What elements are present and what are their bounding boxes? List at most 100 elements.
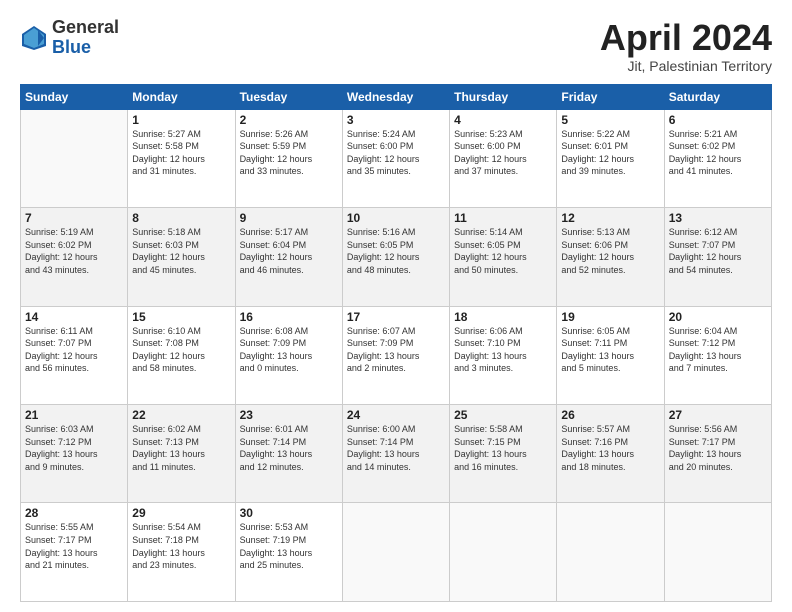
day-info: Sunrise: 6:06 AM Sunset: 7:10 PM Dayligh… (454, 325, 552, 375)
day-info: Sunrise: 5:14 AM Sunset: 6:05 PM Dayligh… (454, 226, 552, 276)
day-number: 27 (669, 408, 767, 422)
calendar-week-row: 21Sunrise: 6:03 AM Sunset: 7:12 PM Dayli… (21, 405, 772, 503)
table-row: 8Sunrise: 5:18 AM Sunset: 6:03 PM Daylig… (128, 208, 235, 306)
table-row: 11Sunrise: 5:14 AM Sunset: 6:05 PM Dayli… (450, 208, 557, 306)
day-info: Sunrise: 5:17 AM Sunset: 6:04 PM Dayligh… (240, 226, 338, 276)
col-wednesday: Wednesday (342, 84, 449, 109)
calendar-table: Sunday Monday Tuesday Wednesday Thursday… (20, 84, 772, 602)
logo: General Blue (20, 18, 119, 58)
table-row: 7Sunrise: 5:19 AM Sunset: 6:02 PM Daylig… (21, 208, 128, 306)
header: General Blue April 2024 Jit, Palestinian… (20, 18, 772, 74)
day-info: Sunrise: 6:11 AM Sunset: 7:07 PM Dayligh… (25, 325, 123, 375)
day-number: 24 (347, 408, 445, 422)
day-number: 15 (132, 310, 230, 324)
day-number: 8 (132, 211, 230, 225)
logo-general-text: General (52, 18, 119, 38)
col-tuesday: Tuesday (235, 84, 342, 109)
day-number: 20 (669, 310, 767, 324)
day-info: Sunrise: 5:23 AM Sunset: 6:00 PM Dayligh… (454, 128, 552, 178)
col-sunday: Sunday (21, 84, 128, 109)
calendar-week-row: 14Sunrise: 6:11 AM Sunset: 7:07 PM Dayli… (21, 306, 772, 404)
table-row (557, 503, 664, 602)
table-row: 19Sunrise: 6:05 AM Sunset: 7:11 PM Dayli… (557, 306, 664, 404)
col-thursday: Thursday (450, 84, 557, 109)
day-info: Sunrise: 5:26 AM Sunset: 5:59 PM Dayligh… (240, 128, 338, 178)
table-row: 26Sunrise: 5:57 AM Sunset: 7:16 PM Dayli… (557, 405, 664, 503)
day-number: 11 (454, 211, 552, 225)
table-row (664, 503, 771, 602)
table-row: 9Sunrise: 5:17 AM Sunset: 6:04 PM Daylig… (235, 208, 342, 306)
day-info: Sunrise: 5:24 AM Sunset: 6:00 PM Dayligh… (347, 128, 445, 178)
col-friday: Friday (557, 84, 664, 109)
day-number: 16 (240, 310, 338, 324)
day-number: 21 (25, 408, 123, 422)
day-number: 10 (347, 211, 445, 225)
day-number: 5 (561, 113, 659, 127)
table-row: 22Sunrise: 6:02 AM Sunset: 7:13 PM Dayli… (128, 405, 235, 503)
day-info: Sunrise: 5:55 AM Sunset: 7:17 PM Dayligh… (25, 521, 123, 571)
day-info: Sunrise: 6:03 AM Sunset: 7:12 PM Dayligh… (25, 423, 123, 473)
day-number: 25 (454, 408, 552, 422)
table-row: 14Sunrise: 6:11 AM Sunset: 7:07 PM Dayli… (21, 306, 128, 404)
day-number: 23 (240, 408, 338, 422)
month-title: April 2024 (600, 18, 772, 58)
day-number: 19 (561, 310, 659, 324)
table-row: 30Sunrise: 5:53 AM Sunset: 7:19 PM Dayli… (235, 503, 342, 602)
day-info: Sunrise: 5:13 AM Sunset: 6:06 PM Dayligh… (561, 226, 659, 276)
calendar-week-row: 7Sunrise: 5:19 AM Sunset: 6:02 PM Daylig… (21, 208, 772, 306)
table-row: 16Sunrise: 6:08 AM Sunset: 7:09 PM Dayli… (235, 306, 342, 404)
day-info: Sunrise: 6:08 AM Sunset: 7:09 PM Dayligh… (240, 325, 338, 375)
day-number: 30 (240, 506, 338, 520)
day-number: 1 (132, 113, 230, 127)
day-info: Sunrise: 5:53 AM Sunset: 7:19 PM Dayligh… (240, 521, 338, 571)
day-info: Sunrise: 5:56 AM Sunset: 7:17 PM Dayligh… (669, 423, 767, 473)
col-saturday: Saturday (664, 84, 771, 109)
day-number: 18 (454, 310, 552, 324)
location: Jit, Palestinian Territory (600, 58, 772, 74)
day-info: Sunrise: 5:21 AM Sunset: 6:02 PM Dayligh… (669, 128, 767, 178)
day-number: 9 (240, 211, 338, 225)
day-number: 6 (669, 113, 767, 127)
day-number: 13 (669, 211, 767, 225)
table-row: 1Sunrise: 5:27 AM Sunset: 5:58 PM Daylig… (128, 109, 235, 207)
day-number: 3 (347, 113, 445, 127)
table-row: 25Sunrise: 5:58 AM Sunset: 7:15 PM Dayli… (450, 405, 557, 503)
day-number: 26 (561, 408, 659, 422)
table-row: 3Sunrise: 5:24 AM Sunset: 6:00 PM Daylig… (342, 109, 449, 207)
day-info: Sunrise: 6:00 AM Sunset: 7:14 PM Dayligh… (347, 423, 445, 473)
day-info: Sunrise: 5:22 AM Sunset: 6:01 PM Dayligh… (561, 128, 659, 178)
col-monday: Monday (128, 84, 235, 109)
table-row: 2Sunrise: 5:26 AM Sunset: 5:59 PM Daylig… (235, 109, 342, 207)
day-info: Sunrise: 6:01 AM Sunset: 7:14 PM Dayligh… (240, 423, 338, 473)
table-row (450, 503, 557, 602)
day-info: Sunrise: 6:04 AM Sunset: 7:12 PM Dayligh… (669, 325, 767, 375)
calendar-week-row: 28Sunrise: 5:55 AM Sunset: 7:17 PM Dayli… (21, 503, 772, 602)
table-row: 20Sunrise: 6:04 AM Sunset: 7:12 PM Dayli… (664, 306, 771, 404)
table-row: 21Sunrise: 6:03 AM Sunset: 7:12 PM Dayli… (21, 405, 128, 503)
table-row: 24Sunrise: 6:00 AM Sunset: 7:14 PM Dayli… (342, 405, 449, 503)
day-info: Sunrise: 5:57 AM Sunset: 7:16 PM Dayligh… (561, 423, 659, 473)
day-number: 28 (25, 506, 123, 520)
day-number: 17 (347, 310, 445, 324)
table-row: 17Sunrise: 6:07 AM Sunset: 7:09 PM Dayli… (342, 306, 449, 404)
day-info: Sunrise: 5:16 AM Sunset: 6:05 PM Dayligh… (347, 226, 445, 276)
page: General Blue April 2024 Jit, Palestinian… (0, 0, 792, 612)
day-info: Sunrise: 5:27 AM Sunset: 5:58 PM Dayligh… (132, 128, 230, 178)
day-info: Sunrise: 5:19 AM Sunset: 6:02 PM Dayligh… (25, 226, 123, 276)
table-row (342, 503, 449, 602)
table-row: 4Sunrise: 5:23 AM Sunset: 6:00 PM Daylig… (450, 109, 557, 207)
day-info: Sunrise: 6:07 AM Sunset: 7:09 PM Dayligh… (347, 325, 445, 375)
logo-icon (20, 24, 48, 52)
table-row: 13Sunrise: 6:12 AM Sunset: 7:07 PM Dayli… (664, 208, 771, 306)
table-row: 23Sunrise: 6:01 AM Sunset: 7:14 PM Dayli… (235, 405, 342, 503)
logo-blue-text: Blue (52, 38, 119, 58)
table-row: 5Sunrise: 5:22 AM Sunset: 6:01 PM Daylig… (557, 109, 664, 207)
day-info: Sunrise: 6:10 AM Sunset: 7:08 PM Dayligh… (132, 325, 230, 375)
day-info: Sunrise: 6:05 AM Sunset: 7:11 PM Dayligh… (561, 325, 659, 375)
table-row: 27Sunrise: 5:56 AM Sunset: 7:17 PM Dayli… (664, 405, 771, 503)
day-number: 22 (132, 408, 230, 422)
table-row: 6Sunrise: 5:21 AM Sunset: 6:02 PM Daylig… (664, 109, 771, 207)
table-row: 29Sunrise: 5:54 AM Sunset: 7:18 PM Dayli… (128, 503, 235, 602)
table-row: 28Sunrise: 5:55 AM Sunset: 7:17 PM Dayli… (21, 503, 128, 602)
day-info: Sunrise: 6:02 AM Sunset: 7:13 PM Dayligh… (132, 423, 230, 473)
